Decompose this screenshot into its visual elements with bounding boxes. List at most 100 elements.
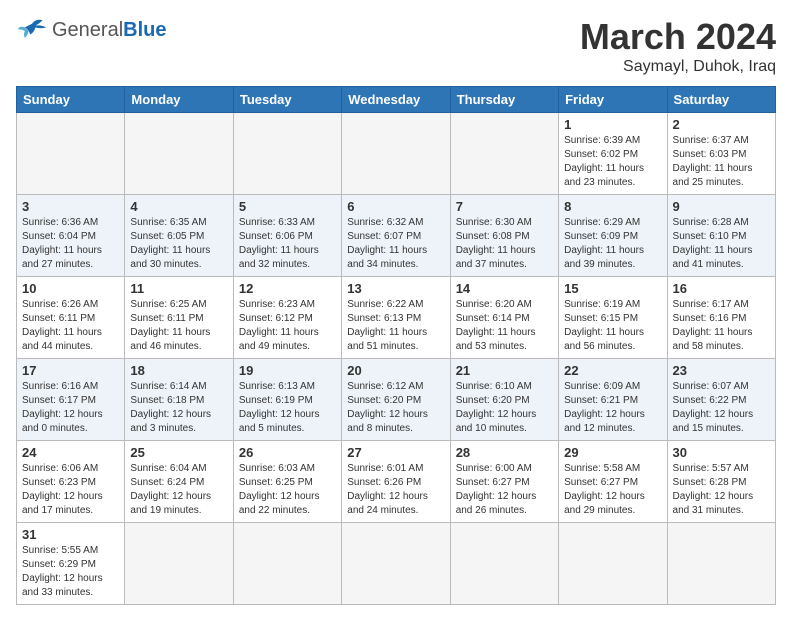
day-info: Sunrise: 6:19 AM Sunset: 6:15 PM Dayligh… [564, 298, 661, 354]
calendar-week-row: 1Sunrise: 6:39 AM Sunset: 6:02 PM Daylig… [17, 113, 776, 195]
day-number: 3 [22, 199, 119, 214]
day-info: Sunrise: 6:03 AM Sunset: 6:25 PM Dayligh… [239, 462, 336, 518]
calendar-cell: 5Sunrise: 6:33 AM Sunset: 6:06 PM Daylig… [233, 195, 341, 277]
calendar-cell [342, 523, 450, 605]
day-number: 21 [456, 363, 553, 378]
day-number: 29 [564, 445, 661, 460]
day-number: 16 [673, 281, 770, 296]
calendar-cell [125, 523, 233, 605]
day-number: 27 [347, 445, 444, 460]
calendar-week-row: 3 Sunrise: 6:36 AM Sunset: 6:04 PM Daylig… [17, 195, 776, 277]
day-info: Sunrise: 6:10 AM Sunset: 6:20 PM Dayligh… [456, 380, 553, 436]
page-header: GeneralBlue March 2024 Saymayl, Duhok, I… [16, 16, 776, 76]
calendar-cell: 29Sunrise: 5:58 AM Sunset: 6:27 PM Dayli… [559, 441, 667, 523]
calendar-cell [559, 523, 667, 605]
calendar-week-row: 17 Sunrise: 6:16 AM Sunset: 6:17 PM Dayli… [17, 359, 776, 441]
calendar-cell [125, 113, 233, 195]
calendar-cell: 1Sunrise: 6:39 AM Sunset: 6:02 PM Daylig… [559, 113, 667, 195]
day-info: Sunrise: 6:12 AM Sunset: 6:20 PM Dayligh… [347, 380, 444, 436]
day-info: Sunrise: 6:36 AM Sunset: 6:04 PM Dayligh… [22, 216, 119, 272]
day-number: 12 [239, 281, 336, 296]
calendar-cell: 6 Sunrise: 6:32 AM Sunset: 6:07 PM Daylig… [342, 195, 450, 277]
day-info: Sunrise: 6:20 AM Sunset: 6:14 PM Dayligh… [456, 298, 553, 354]
calendar-week-row: 31 Sunrise: 5:55 AM Sunset: 6:29 PM Dayli… [17, 523, 776, 605]
day-number: 31 [22, 527, 119, 542]
calendar-cell: 23Sunrise: 6:07 AM Sunset: 6:22 PM Dayli… [667, 359, 775, 441]
calendar-cell: 11 Sunrise: 6:25 AM Sunset: 6:11 PM Dayli… [125, 277, 233, 359]
calendar-cell: 30Sunrise: 5:57 AM Sunset: 6:28 PM Dayli… [667, 441, 775, 523]
calendar-title-area: March 2024 Saymayl, Duhok, Iraq [580, 16, 776, 76]
day-info: Sunrise: 6:09 AM Sunset: 6:21 PM Dayligh… [564, 380, 661, 436]
day-number: 13 [347, 281, 444, 296]
day-number: 11 [130, 281, 227, 296]
calendar-cell: 7Sunrise: 6:30 AM Sunset: 6:08 PM Daylig… [450, 195, 558, 277]
header-thursday: Thursday [450, 87, 558, 113]
calendar-cell: 12Sunrise: 6:23 AM Sunset: 6:12 PM Dayli… [233, 277, 341, 359]
calendar-cell: 8Sunrise: 6:29 AM Sunset: 6:09 PM Daylig… [559, 195, 667, 277]
calendar-week-row: 24 Sunrise: 6:06 AM Sunset: 6:23 PM Dayli… [17, 441, 776, 523]
calendar-cell: 27 Sunrise: 6:01 AM Sunset: 6:26 PM Dayli… [342, 441, 450, 523]
day-info: Sunrise: 6:13 AM Sunset: 6:19 PM Dayligh… [239, 380, 336, 436]
day-number: 7 [456, 199, 553, 214]
calendar-cell: 20 Sunrise: 6:12 AM Sunset: 6:20 PM Dayli… [342, 359, 450, 441]
calendar-cell: 19Sunrise: 6:13 AM Sunset: 6:19 PM Dayli… [233, 359, 341, 441]
day-number: 4 [130, 199, 227, 214]
calendar-cell: 25 Sunrise: 6:04 AM Sunset: 6:24 PM Dayli… [125, 441, 233, 523]
day-number: 25 [130, 445, 227, 460]
location-title: Saymayl, Duhok, Iraq [580, 58, 776, 76]
day-info: Sunrise: 6:22 AM Sunset: 6:13 PM Dayligh… [347, 298, 444, 354]
day-info: Sunrise: 6:35 AM Sunset: 6:05 PM Dayligh… [130, 216, 227, 272]
day-number: 28 [456, 445, 553, 460]
day-info: Sunrise: 6:06 AM Sunset: 6:23 PM Dayligh… [22, 462, 119, 518]
day-info: Sunrise: 6:39 AM Sunset: 6:02 PM Dayligh… [564, 134, 661, 190]
day-info: Sunrise: 5:55 AM Sunset: 6:29 PM Dayligh… [22, 544, 119, 600]
calendar-table: Sunday Monday Tuesday Wednesday Thursday… [16, 86, 776, 605]
day-number: 14 [456, 281, 553, 296]
day-info: Sunrise: 6:16 AM Sunset: 6:17 PM Dayligh… [22, 380, 119, 436]
calendar-cell [233, 113, 341, 195]
header-saturday: Saturday [667, 87, 775, 113]
calendar-cell: 18 Sunrise: 6:14 AM Sunset: 6:18 PM Dayli… [125, 359, 233, 441]
header-tuesday: Tuesday [233, 87, 341, 113]
calendar-cell: 13 Sunrise: 6:22 AM Sunset: 6:13 PM Dayli… [342, 277, 450, 359]
day-number: 24 [22, 445, 119, 460]
calendar-cell [342, 113, 450, 195]
day-number: 20 [347, 363, 444, 378]
day-number: 22 [564, 363, 661, 378]
calendar-cell [450, 523, 558, 605]
day-number: 2 [673, 117, 770, 132]
calendar-cell: 16 Sunrise: 6:17 AM Sunset: 6:16 PM Dayli… [667, 277, 775, 359]
day-number: 23 [673, 363, 770, 378]
calendar-week-row: 10Sunrise: 6:26 AM Sunset: 6:11 PM Dayli… [17, 277, 776, 359]
day-number: 17 [22, 363, 119, 378]
calendar-header-row: Sunday Monday Tuesday Wednesday Thursday… [17, 87, 776, 113]
day-info: Sunrise: 6:00 AM Sunset: 6:27 PM Dayligh… [456, 462, 553, 518]
day-number: 10 [22, 281, 119, 296]
day-info: Sunrise: 6:37 AM Sunset: 6:03 PM Dayligh… [673, 134, 770, 190]
calendar-cell [667, 523, 775, 605]
header-sunday: Sunday [17, 87, 125, 113]
header-friday: Friday [559, 87, 667, 113]
day-number: 26 [239, 445, 336, 460]
month-title: March 2024 [580, 16, 776, 58]
day-info: Sunrise: 6:25 AM Sunset: 6:11 PM Dayligh… [130, 298, 227, 354]
calendar-cell [450, 113, 558, 195]
day-number: 18 [130, 363, 227, 378]
calendar-cell: 15Sunrise: 6:19 AM Sunset: 6:15 PM Dayli… [559, 277, 667, 359]
calendar-cell: 31 Sunrise: 5:55 AM Sunset: 6:29 PM Dayli… [17, 523, 125, 605]
day-info: Sunrise: 6:01 AM Sunset: 6:26 PM Dayligh… [347, 462, 444, 518]
calendar-cell: 21 Sunrise: 6:10 AM Sunset: 6:20 PM Dayli… [450, 359, 558, 441]
logo-icon [16, 16, 48, 44]
calendar-cell: 4 Sunrise: 6:35 AM Sunset: 6:05 PM Daylig… [125, 195, 233, 277]
header-monday: Monday [125, 87, 233, 113]
calendar-cell: 26 Sunrise: 6:03 AM Sunset: 6:25 PM Dayli… [233, 441, 341, 523]
day-info: Sunrise: 6:17 AM Sunset: 6:16 PM Dayligh… [673, 298, 770, 354]
day-info: Sunrise: 6:04 AM Sunset: 6:24 PM Dayligh… [130, 462, 227, 518]
logo-text: GeneralBlue [52, 19, 167, 42]
calendar-cell [233, 523, 341, 605]
calendar-cell: 2 Sunrise: 6:37 AM Sunset: 6:03 PM Daylig… [667, 113, 775, 195]
day-info: Sunrise: 6:33 AM Sunset: 6:06 PM Dayligh… [239, 216, 336, 272]
day-info: Sunrise: 6:14 AM Sunset: 6:18 PM Dayligh… [130, 380, 227, 436]
day-info: Sunrise: 6:32 AM Sunset: 6:07 PM Dayligh… [347, 216, 444, 272]
day-number: 6 [347, 199, 444, 214]
